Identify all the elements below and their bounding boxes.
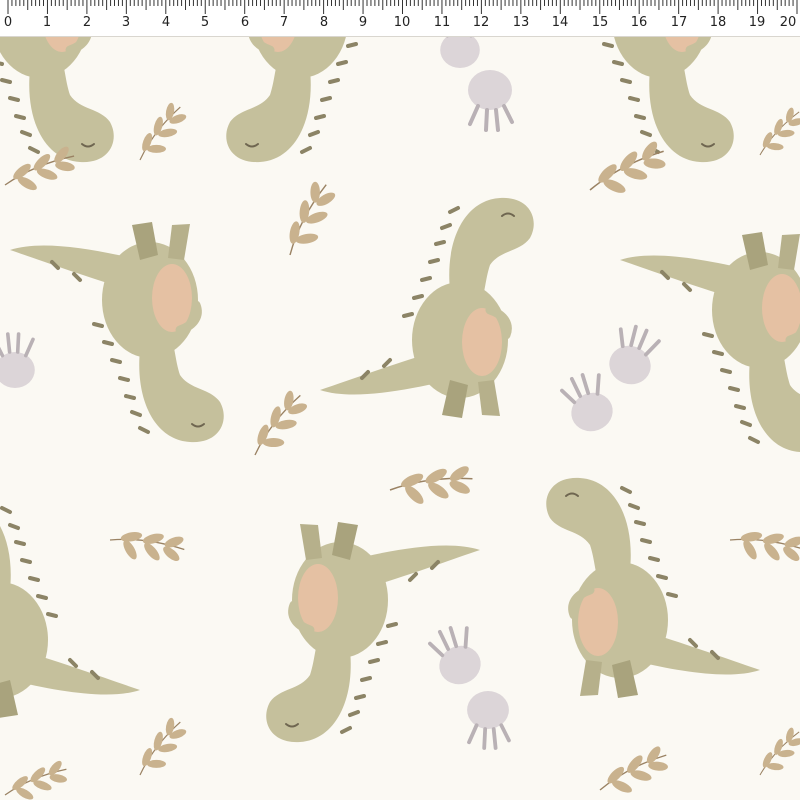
ruler-label: 7 [279,15,289,30]
ruler-label: 5 [200,15,210,30]
ruler-label: 2 [82,15,92,30]
leaf-sprig-icon [4,750,71,800]
ruler-label: 10 [393,15,411,30]
ruler-label: 8 [319,15,329,30]
footprint-icon [601,320,665,392]
measurement-ruler: 0 1 2 3 4 5 6 7 8 9 10 11 12 13 14 15 16… [0,0,800,37]
leaf-sprig-icon [237,384,319,459]
dinosaur-icon [320,198,534,418]
ruler-label: 6 [240,15,250,30]
ruler-label: 0 [3,15,13,30]
ruler-label: 14 [551,15,569,30]
ruler-label: 11 [433,15,451,30]
ruler-label: 19 [748,15,766,30]
leaf-sprig-icon [388,438,481,525]
ruler-label: 4 [161,15,171,30]
dinosaur-icon [10,222,224,442]
footprint-icon [0,332,37,390]
ruler-label: 16 [630,15,648,30]
leaf-sprig-icon [599,739,671,799]
ruler-label: 1 [42,15,52,30]
dinosaur-icon [546,478,760,698]
ruler-label: 13 [512,15,530,30]
ruler-label: 12 [472,15,490,30]
ruler-label: 9 [358,15,368,30]
footprint-icon [466,68,514,132]
footprint-icon [557,367,621,439]
ruler-label: 18 [709,15,727,30]
leaf-sprig-icon [589,133,669,200]
leaf-sprig-icon [107,500,194,585]
ruler-label: 15 [591,15,609,30]
leaf-sprig-icon [124,97,197,163]
leaf-sprig-icon [124,712,197,778]
dinosaur-pattern [0,0,800,800]
ruler-label: 17 [670,15,688,30]
footprint-icon [425,620,489,692]
leaf-sprig-icon [749,723,800,778]
leaf-sprig-icon [727,500,800,585]
footprint-icon [465,689,511,750]
ruler-label: 3 [121,15,131,30]
dinosaur-icon [620,232,800,452]
ruler-label: 20 [779,15,797,30]
leaf-sprig-icon [262,173,353,259]
dinosaur-icon [266,522,480,742]
leaf-sprig-icon [749,103,800,158]
dinosaur-icon [0,498,140,718]
